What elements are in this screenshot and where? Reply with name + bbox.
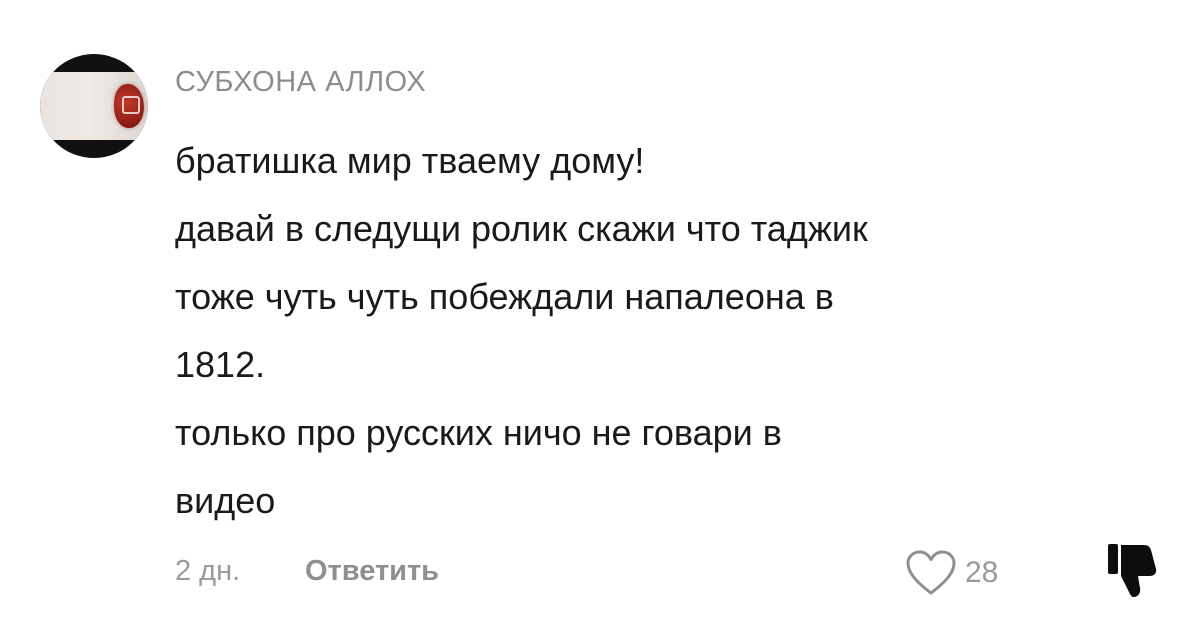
- like-button[interactable]: 28: [905, 543, 998, 603]
- comment-line: тоже чуть чуть побеждали напалеона в: [175, 276, 834, 317]
- avatar-emblem-icon: [122, 96, 140, 114]
- comment-line: давай в следущи ролик скажи что таджик: [175, 208, 868, 249]
- comment-line: видео: [175, 480, 276, 521]
- comment-item: СУБХОНА АЛЛОХ братишка мир тваему дому! …: [0, 0, 1200, 628]
- comment-timestamp: 2 дн.: [175, 555, 241, 587]
- comment-line: 1812.: [175, 344, 266, 385]
- comment-line: только про русских ничо не говари в: [175, 412, 782, 453]
- comment-text: братишка мир тваему дому! давай в следущ…: [175, 127, 1165, 535]
- avatar[interactable]: [40, 54, 148, 158]
- comment-author[interactable]: СУБХОНА АЛЛОХ: [175, 66, 426, 99]
- reply-button[interactable]: Ответить: [305, 555, 439, 588]
- comment-line: братишка мир тваему дому!: [175, 140, 645, 181]
- like-count: 28: [965, 556, 999, 589]
- heart-outline-icon: [906, 550, 956, 595]
- thumbs-down-icon: [1108, 544, 1157, 597]
- dislike-button[interactable]: [1106, 540, 1158, 600]
